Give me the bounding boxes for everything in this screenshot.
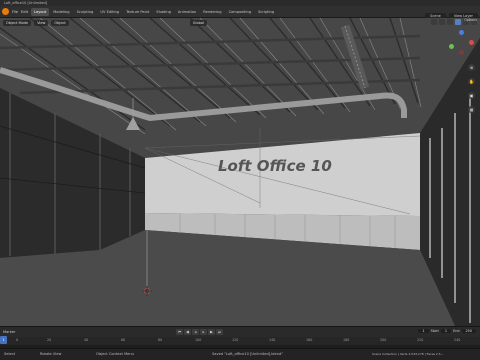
gizmo-x-axis-icon[interactable] [469,40,474,45]
status-rotate-hint: Rotate View [40,352,62,356]
jump-end-icon[interactable]: ⏭ [216,329,223,335]
tick-label: 220 [417,338,424,342]
tick-label: 240 [454,338,461,342]
tab-layout[interactable]: Layout [30,7,50,16]
hand-icon[interactable]: ✋ [468,78,475,85]
tick-label: 60 [121,338,126,342]
tab-uv-editing[interactable]: UV Editing [97,8,122,16]
object-mode-dropdown[interactable]: Object Mode [3,20,32,26]
status-scene-stats: Scene Collection | Verts 2,543,178 | Fac… [372,352,444,356]
jump-next-key-icon[interactable]: ▶ [208,329,215,335]
jump-start-icon[interactable]: ⏮ [176,329,183,335]
status-select-hint: Select [4,352,16,356]
status-context-menu-hint: Object Context Menu [96,352,134,356]
overlays-icon[interactable] [439,19,445,25]
status-bar: Select Rotate View Object Context Menu S… [0,348,480,360]
tick-label: 200 [380,338,387,342]
tick-label: 160 [306,338,313,342]
status-save-message: Saved "Loft_office10 [Unlimited].blend" [212,352,283,356]
view-menu[interactable]: View [34,20,49,26]
tab-compositing[interactable]: Compositing [226,8,255,16]
end-frame-field[interactable]: 250 [461,329,476,333]
tick-label: 0 [16,338,19,342]
tick-label: 20 [47,338,52,342]
tab-animation[interactable]: Animation [175,8,199,16]
tab-texture-paint[interactable]: Texture Paint [123,8,152,16]
gizmo-y-axis-icon[interactable] [449,44,454,49]
visibility-icon[interactable] [431,19,437,25]
playhead[interactable]: 1 [0,336,7,344]
tab-sculpting[interactable]: Sculpting [74,8,97,16]
3d-viewport[interactable]: Loft Office 10 [0,18,480,326]
top-bar: File Edit Layout Modeling Sculpting UV E… [0,6,480,19]
zoom-icon[interactable]: ⊕ [468,64,475,71]
camera-icon[interactable]: ▣ [468,92,475,99]
tab-rendering[interactable]: Rendering [200,8,224,16]
navigation-gizmo[interactable] [447,30,475,60]
xray-icon[interactable] [447,19,453,25]
gizmo-neg-x-icon[interactable] [459,50,464,55]
jump-prev-key-icon[interactable]: ◀ [184,329,191,335]
tick-label: 120 [232,338,239,342]
viewport-header: Object Mode View Object Global [0,18,480,28]
current-frame-field[interactable]: 1 [418,329,429,333]
tick-label: 100 [195,338,202,342]
play-icon[interactable]: ▸ [200,329,207,335]
tab-scripting[interactable]: Scripting [255,8,277,16]
timeline-ruler[interactable]: 0 20 40 60 80 100 120 140 160 180 200 22… [0,337,480,345]
solid-shading-icon[interactable] [455,19,461,25]
start-frame-field[interactable]: 1 [440,329,452,333]
tick-label: 180 [343,338,350,342]
options-dropdown[interactable]: Options [464,18,477,22]
tick-label: 80 [158,338,163,342]
viewport-nav-buttons: ⊕ ✋ ▣ ▦ [468,64,475,113]
frame-range: 1 Start 1 End 250 [418,329,476,333]
tick-label: 40 [84,338,89,342]
menu-edit[interactable]: Edit [21,10,28,14]
grid-icon[interactable]: ▦ [468,106,475,113]
menu-file[interactable]: File [12,10,18,14]
start-label: Start [430,329,439,333]
playback-controls: ⏮ ◀ ◂ ▸ ▶ ⏭ [176,329,223,335]
viewport-scene-render: Loft Office 10 [0,18,480,326]
tab-shading[interactable]: Shading [153,8,174,16]
timeline-header: Marker ⏮ ◀ ◂ ▸ ▶ ⏭ 1 Start 1 End 250 [0,326,480,337]
transform-orientation-dropdown[interactable]: Global [189,20,207,26]
tab-modeling[interactable]: Modeling [50,8,72,16]
wall-text-loft-office: Loft Office 10 [218,157,332,175]
object-menu[interactable]: Object [51,20,69,26]
gizmo-z-axis-icon[interactable] [459,30,464,35]
tick-label: 140 [269,338,276,342]
play-reverse-icon[interactable]: ◂ [192,329,199,335]
window-title: Loft_office10 [Unlimited] [4,1,48,5]
marker-menu[interactable]: Marker [3,330,15,334]
end-label: End [453,329,460,333]
blender-logo-icon[interactable] [2,8,9,15]
